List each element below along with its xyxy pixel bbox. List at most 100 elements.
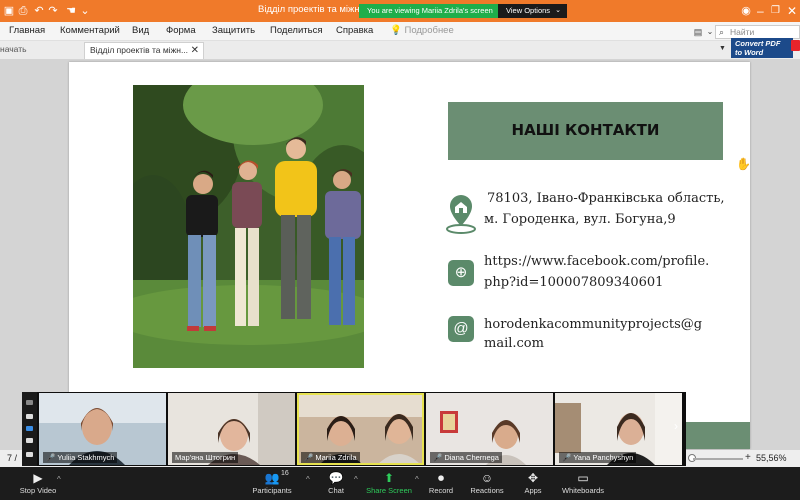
- strip-controls: [22, 392, 37, 466]
- chevron-down-icon: ⌄: [555, 7, 561, 14]
- menu-help[interactable]: Справка: [336, 25, 373, 36]
- participant-name: Мар'яна Штогрин: [172, 452, 239, 463]
- search-input[interactable]: ⌕ Найти: [715, 25, 800, 39]
- gallery-view-icon[interactable]: [26, 438, 33, 443]
- reactions-button[interactable]: ☺ Reactions: [470, 471, 504, 495]
- close-button[interactable]: ✕: [787, 3, 797, 19]
- zoom-in-button[interactable]: +: [745, 452, 751, 463]
- hand-tool-icon[interactable]: ☚: [64, 4, 78, 18]
- whiteboards-label: Whiteboards: [561, 486, 605, 495]
- speaker-view-icon[interactable]: [26, 426, 33, 431]
- mic-muted-icon: 🎤: [433, 453, 443, 462]
- chevron-up-icon[interactable]: ^: [415, 475, 419, 484]
- zoom-level[interactable]: 55,56%: [756, 453, 787, 463]
- participant-name-text: Diana Chernega: [444, 453, 499, 462]
- whiteboard-icon: ▭: [577, 471, 589, 485]
- stop-video-button[interactable]: ▶ Stop Video: [18, 471, 58, 495]
- apps-icon: ✥: [527, 471, 539, 485]
- menu-view[interactable]: Вид: [132, 25, 149, 36]
- page-number[interactable]: 7 /: [7, 453, 17, 463]
- strip-view-icon[interactable]: [26, 414, 33, 419]
- mic-muted-icon: 🎤: [304, 453, 314, 462]
- stop-video-label: Stop Video: [19, 486, 57, 495]
- contacts-heading-banner: НАШІ КОНТАКТИ: [448, 102, 723, 160]
- globe-icon: ⊕: [448, 260, 474, 286]
- participants-count: 16: [281, 470, 289, 477]
- share-screen-button[interactable]: ⬆ Share Screen: [366, 471, 412, 495]
- participant-tile[interactable]: 🎤 Diana Chernega: [426, 393, 553, 465]
- tab-previous[interactable]: начать: [0, 44, 27, 54]
- participant-name-text: Yana Panchyshyn: [573, 453, 634, 462]
- mic-muted-icon: 🎤: [46, 453, 56, 462]
- menu-comment[interactable]: Комментарий: [60, 25, 120, 36]
- facebook-link-line-2[interactable]: php?id=100007809340601: [484, 272, 663, 293]
- participants-label: Participants: [252, 486, 292, 495]
- convert-label: Convert PDF to Word: [735, 39, 781, 57]
- participant-tile[interactable]: 🎤 Yana Panchyshyn: [555, 393, 682, 465]
- whiteboards-button[interactable]: ▭ Whiteboards: [560, 471, 606, 495]
- video-camera-icon: ▶: [33, 471, 43, 485]
- close-icon[interactable]: ✕: [191, 43, 199, 58]
- participant-name-text: Yuliia Stakhmych: [57, 453, 115, 462]
- minimize-button[interactable]: –: [757, 3, 764, 19]
- menu-form[interactable]: Форма: [166, 25, 196, 36]
- team-photo: [133, 85, 364, 368]
- acrobat-logo-icon: [791, 40, 800, 51]
- participant-tile-active-speaker[interactable]: 🎤 Mariia Zdrila: [297, 393, 424, 465]
- mic-muted-icon: 🎤: [562, 453, 572, 462]
- email-line-1[interactable]: horodenkacommunityprojects@g: [484, 314, 702, 335]
- participant-tile[interactable]: 🎤 Yuliia Stakhmych: [39, 393, 166, 465]
- user-account-icon[interactable]: ◉: [739, 4, 753, 18]
- print-icon[interactable]: ⎙: [16, 4, 30, 18]
- facebook-link-line-1[interactable]: https://www.facebook.com/profile.: [484, 251, 709, 272]
- participant-name: 🎤 Mariia Zdrila: [301, 452, 360, 463]
- apps-label: Apps: [524, 486, 542, 495]
- chevron-up-icon[interactable]: ^: [306, 475, 310, 484]
- convert-pdf-to-word-button[interactable]: Convert PDF to Word: [731, 38, 800, 58]
- participant-name: 🎤 Yuliia Stakhmych: [43, 452, 118, 463]
- participant-name-text: Mariia Zdrila: [315, 453, 357, 462]
- email-icon: @: [448, 316, 474, 342]
- chat-icon: 💬: [328, 471, 344, 485]
- chevron-right-icon[interactable]: ›: [674, 419, 678, 433]
- restore-button[interactable]: ❐: [771, 3, 780, 19]
- minimize-strip-icon[interactable]: [26, 400, 33, 405]
- tab-bar: начать Відділ проектів та міжн... ✕: [0, 41, 800, 59]
- lightbulb-icon: 💡: [390, 25, 402, 36]
- tab-document-label: Відділ проектів та міжн...: [90, 45, 189, 55]
- view-options-button[interactable]: View Options ⌄: [498, 4, 567, 18]
- view-options-label: View Options: [506, 6, 551, 15]
- email-line-2[interactable]: mail.com: [484, 333, 544, 354]
- search-placeholder: Найти: [730, 27, 755, 37]
- menu-share[interactable]: Поделиться: [270, 25, 322, 36]
- participant-name-text: Мар'яна Штогрин: [175, 453, 236, 462]
- help-hint[interactable]: 💡 Подробнее: [390, 25, 454, 36]
- tab-document[interactable]: Відділ проектів та міжн... ✕: [84, 42, 204, 59]
- location-pin-icon: [446, 195, 476, 234]
- participant-name: 🎤 Yana Panchyshyn: [559, 452, 637, 463]
- chat-button[interactable]: 💬 Chat: [322, 471, 350, 495]
- menu-protect[interactable]: Защитить: [212, 25, 255, 36]
- record-button[interactable]: ⏺ Record: [427, 471, 455, 495]
- reactions-label: Reactions: [470, 486, 504, 495]
- help-hint-label: Подробнее: [404, 25, 454, 36]
- share-screen-icon: ⬆: [383, 471, 395, 485]
- search-icon: ⌕: [719, 27, 725, 37]
- chevron-up-icon[interactable]: ^: [57, 475, 61, 484]
- redo-icon[interactable]: ↷: [46, 4, 60, 18]
- apps-button[interactable]: ✥ Apps: [522, 471, 544, 495]
- menu-bar: Главная Комментарий Вид Форма Защитить П…: [0, 22, 800, 41]
- undo-icon[interactable]: ↶: [32, 4, 46, 18]
- address-line-1: 78103, Івано-Франківська область,: [487, 191, 725, 206]
- participant-name: 🎤 Diana Chernega: [430, 452, 502, 463]
- hide-video-icon[interactable]: [26, 452, 33, 457]
- share-screen-label: Share Screen: [366, 486, 412, 495]
- chevron-down-icon[interactable]: ⌄: [78, 4, 92, 18]
- zoom-slider[interactable]: [693, 458, 743, 460]
- address-line-2: м. Городенка, вул. Богуна,9: [484, 212, 676, 227]
- chevron-up-icon[interactable]: ^: [354, 475, 358, 484]
- dropdown-arrow-icon[interactable]: ▼: [719, 45, 726, 52]
- participant-tile[interactable]: Мар'яна Штогрин: [168, 393, 295, 465]
- menu-home[interactable]: Главная: [9, 25, 45, 36]
- screen-share-banner: You are viewing Mariia Zdrila's screen: [359, 4, 501, 18]
